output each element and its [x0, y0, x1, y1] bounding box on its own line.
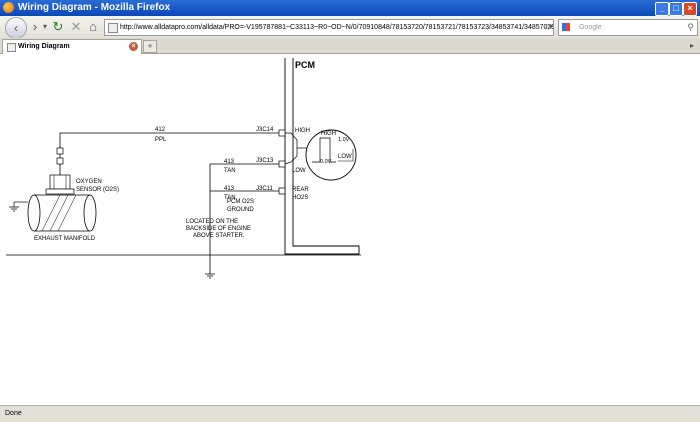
wire3-number: 413 [224, 186, 235, 192]
home-icon[interactable]: ⌂ [85, 19, 101, 35]
exhaust-manifold [34, 194, 90, 232]
tab-favicon [7, 43, 16, 52]
pcm-title: PCM [295, 60, 315, 70]
sensor-connector-bottom [56, 157, 64, 165]
pin1-signal: HIGH [295, 128, 310, 134]
pin2-label: J3C13 [256, 158, 274, 164]
url-text: http://www.alldatapro.com/alldata/PRO=-V… [120, 24, 554, 31]
manifold-ground-icon [9, 206, 19, 212]
pcm-ground-icon [205, 273, 215, 279]
ground-label-2: GROUND [227, 207, 254, 213]
navigation-toolbar: ‹ › ▾ ↻ ✕ ⌂ http://www.alldatapro.com/al… [0, 16, 700, 39]
minimize-icon[interactable]: _ [655, 2, 669, 16]
tab-strip: Wiring Diagram × + ▸ [0, 38, 700, 54]
close-icon[interactable]: × [683, 2, 697, 16]
new-tab-button[interactable]: + [143, 40, 157, 53]
wire2-number: 413 [224, 159, 235, 165]
status-text: Done [5, 410, 22, 417]
page-content: PCM 412 PPL J3C14 HIGH 413 TAN J3C13 LOW… [0, 54, 700, 405]
firefox-icon [3, 2, 14, 13]
url-dropdown-icon[interactable]: ▾ [543, 19, 559, 35]
pin2-connector [278, 160, 286, 168]
pin3-signal-1: REAR [292, 187, 309, 193]
oxygen-sensor-body [49, 174, 71, 190]
pin3-signal-2: HO2S [292, 195, 308, 201]
search-engine-icon[interactable] [562, 23, 570, 31]
wire-412 [59, 132, 279, 148]
pin2-signal: LOW [292, 168, 306, 174]
ground-label-1: PCM O2S [227, 199, 254, 205]
wiring-diagram: PCM 412 PPL J3C14 HIGH 413 TAN J3C13 LOW… [6, 58, 361, 279]
window-title-bar: Wiring Diagram - Mozilla Firefox _ □ × [0, 0, 700, 16]
location-text-2: BACKSIDE OF ENGINE [186, 226, 251, 232]
sensor-label-2: SENSOR (O2S) [76, 187, 119, 193]
graph-high-label: HIGH [321, 131, 336, 137]
maximize-icon[interactable]: □ [669, 2, 683, 16]
graph-v1-label: 1.0V [338, 137, 350, 143]
status-bar: Done [0, 405, 700, 422]
back-icon[interactable]: ‹ [5, 17, 27, 39]
search-box[interactable]: Google ⚲ [558, 19, 698, 36]
pin1-connector [278, 129, 286, 137]
tab-scroll-icon[interactable]: ▸ [687, 40, 697, 51]
page-favicon [108, 23, 118, 33]
graph-low-label: LOW [338, 154, 352, 160]
pin1-label: J3C14 [256, 127, 274, 133]
sensor-label-1: OXYGEN [76, 179, 102, 185]
pin3-connector [278, 187, 286, 195]
tab-wiring-diagram[interactable]: Wiring Diagram × [2, 39, 142, 54]
manifold-label: EXHAUST MANIFOLD [34, 236, 96, 242]
sensor-connector-top [56, 147, 64, 155]
wire1-number: 412 [155, 127, 166, 133]
window-title: Wiring Diagram - Mozilla Firefox [18, 2, 171, 13]
graph-v0-label: 0.0V [320, 159, 332, 165]
stop-icon[interactable]: ✕ [68, 19, 84, 35]
reload-icon[interactable]: ↻ [50, 19, 66, 35]
url-bar[interactable]: http://www.alldatapro.com/alldata/PRO=-V… [104, 19, 554, 36]
wire1-color: PPL [155, 137, 167, 143]
search-placeholder: Google [579, 24, 602, 31]
location-text-1: LOCATED ON THE [186, 219, 238, 225]
tab-close-icon[interactable]: × [129, 42, 138, 51]
location-text-3: ABOVE STARTER. [193, 233, 245, 239]
search-icon[interactable]: ⚲ [687, 20, 694, 35]
wire2-color: TAN [224, 168, 236, 174]
tab-title: Wiring Diagram [18, 43, 70, 50]
pin3-label: J3C11 [256, 186, 274, 192]
